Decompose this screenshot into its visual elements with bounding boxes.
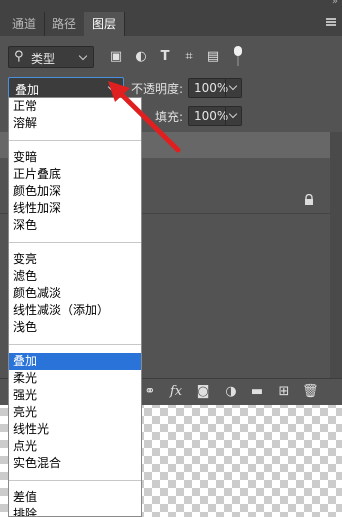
chevron-down-icon	[107, 82, 117, 92]
filter-kind-select[interactable]: ⚲ 类型	[8, 46, 94, 68]
tab-paths[interactable]: 路径	[44, 12, 86, 36]
link-layers-icon[interactable]: ⚭	[142, 384, 158, 400]
fill-value: 100%	[194, 109, 229, 123]
new-group-icon[interactable]: ▬	[249, 384, 265, 400]
blend-mode-option[interactable]: 亮光	[9, 404, 141, 421]
adjustment-filter-icon[interactable]: ◐	[134, 50, 148, 64]
new-layer-icon[interactable]: ⊞	[276, 384, 292, 400]
opacity-dropdown[interactable]	[225, 79, 241, 97]
panel-top-strip: »	[0, 0, 342, 8]
panel-menu-icon[interactable]	[326, 18, 336, 26]
adjustment-layer-icon[interactable]: ◑	[223, 384, 239, 400]
menu-separator	[9, 132, 141, 149]
add-mask-icon[interactable]: ◙	[195, 384, 211, 400]
blend-mode-option[interactable]: 差值	[9, 489, 141, 506]
collapse-icon[interactable]: »	[332, 0, 338, 7]
filter-toggle-track	[237, 56, 239, 66]
blend-mode-label: 叠加	[15, 83, 40, 97]
blend-mode-option[interactable]: 颜色减淡	[9, 285, 141, 302]
fill-dropdown[interactable]	[225, 107, 241, 125]
menu-separator	[9, 472, 141, 489]
blend-mode-option[interactable]: 变暗	[9, 149, 141, 166]
fill-field[interactable]: 100%	[188, 106, 242, 126]
blend-mode-option[interactable]: 柔光	[9, 370, 141, 387]
blend-mode-option[interactable]: 排除	[9, 506, 141, 516]
blend-mode-option[interactable]: 浅色	[9, 319, 141, 336]
opacity-value: 100%	[194, 81, 229, 95]
fill-label: 填充:	[155, 110, 184, 124]
blend-mode-option[interactable]: 强光	[9, 387, 141, 404]
layer-filter-row: ⚲ 类型 ▣ ◐ T ⌗ ▤	[0, 42, 342, 72]
chevron-down-icon	[78, 51, 88, 61]
blend-mode-option[interactable]: 点光	[9, 438, 141, 455]
blend-mode-option[interactable]: 线性加深	[9, 200, 141, 217]
filter-toggle[interactable]	[234, 46, 242, 68]
fx-icon[interactable]: fx	[168, 384, 184, 400]
blend-mode-option[interactable]: 实色混合	[9, 455, 141, 472]
smart-object-filter-icon[interactable]: ▤	[206, 50, 220, 64]
panel-tabs: 通道 路径 图层	[0, 8, 342, 36]
filter-kind-label: 类型	[31, 52, 56, 66]
blend-mode-menu: 正常 溶解变暗 正片叠底 颜色加深 线性加深 深色变亮 滤色 颜色减淡 线性减淡（添加） 浅色叠加…	[8, 97, 142, 517]
opacity-field[interactable]: 100%	[188, 78, 242, 98]
blend-mode-option[interactable]: 线性光	[9, 421, 141, 438]
blend-mode-option[interactable]: 深色	[9, 217, 141, 234]
chevron-down-icon	[228, 81, 238, 91]
blend-mode-option[interactable]: 滤色	[9, 268, 141, 285]
chevron-down-icon	[228, 109, 238, 119]
lock-icon	[305, 194, 313, 205]
blend-mode-option[interactable]: 正片叠底	[9, 166, 141, 183]
image-filter-icon[interactable]: ▣	[109, 50, 123, 64]
menu-separator	[9, 234, 141, 251]
blend-mode-option[interactable]: 正常	[9, 98, 141, 115]
blend-mode-option[interactable]: 颜色加深	[9, 183, 141, 200]
menu-separator	[9, 336, 141, 353]
layers-scrollbar[interactable]	[330, 132, 342, 382]
blend-mode-option[interactable]: 线性减淡（添加）	[9, 302, 141, 319]
tab-layers[interactable]: 图层	[84, 12, 126, 36]
shape-filter-icon[interactable]: ⌗	[182, 50, 196, 64]
type-filter-icon[interactable]: T	[158, 50, 172, 64]
blend-mode-option[interactable]: 变亮	[9, 251, 141, 268]
tab-channels[interactable]: 通道	[4, 12, 46, 36]
filter-toggle-knob	[234, 46, 242, 56]
blend-mode-option[interactable]: 叠加	[9, 353, 141, 370]
opacity-label: 不透明度:	[131, 82, 184, 96]
blend-mode-option[interactable]: 溶解	[9, 115, 141, 132]
search-icon: ⚲	[14, 49, 24, 64]
blend-mode-select[interactable]: 叠加	[8, 77, 124, 99]
delete-layer-icon[interactable]: 🗑	[302, 384, 319, 400]
